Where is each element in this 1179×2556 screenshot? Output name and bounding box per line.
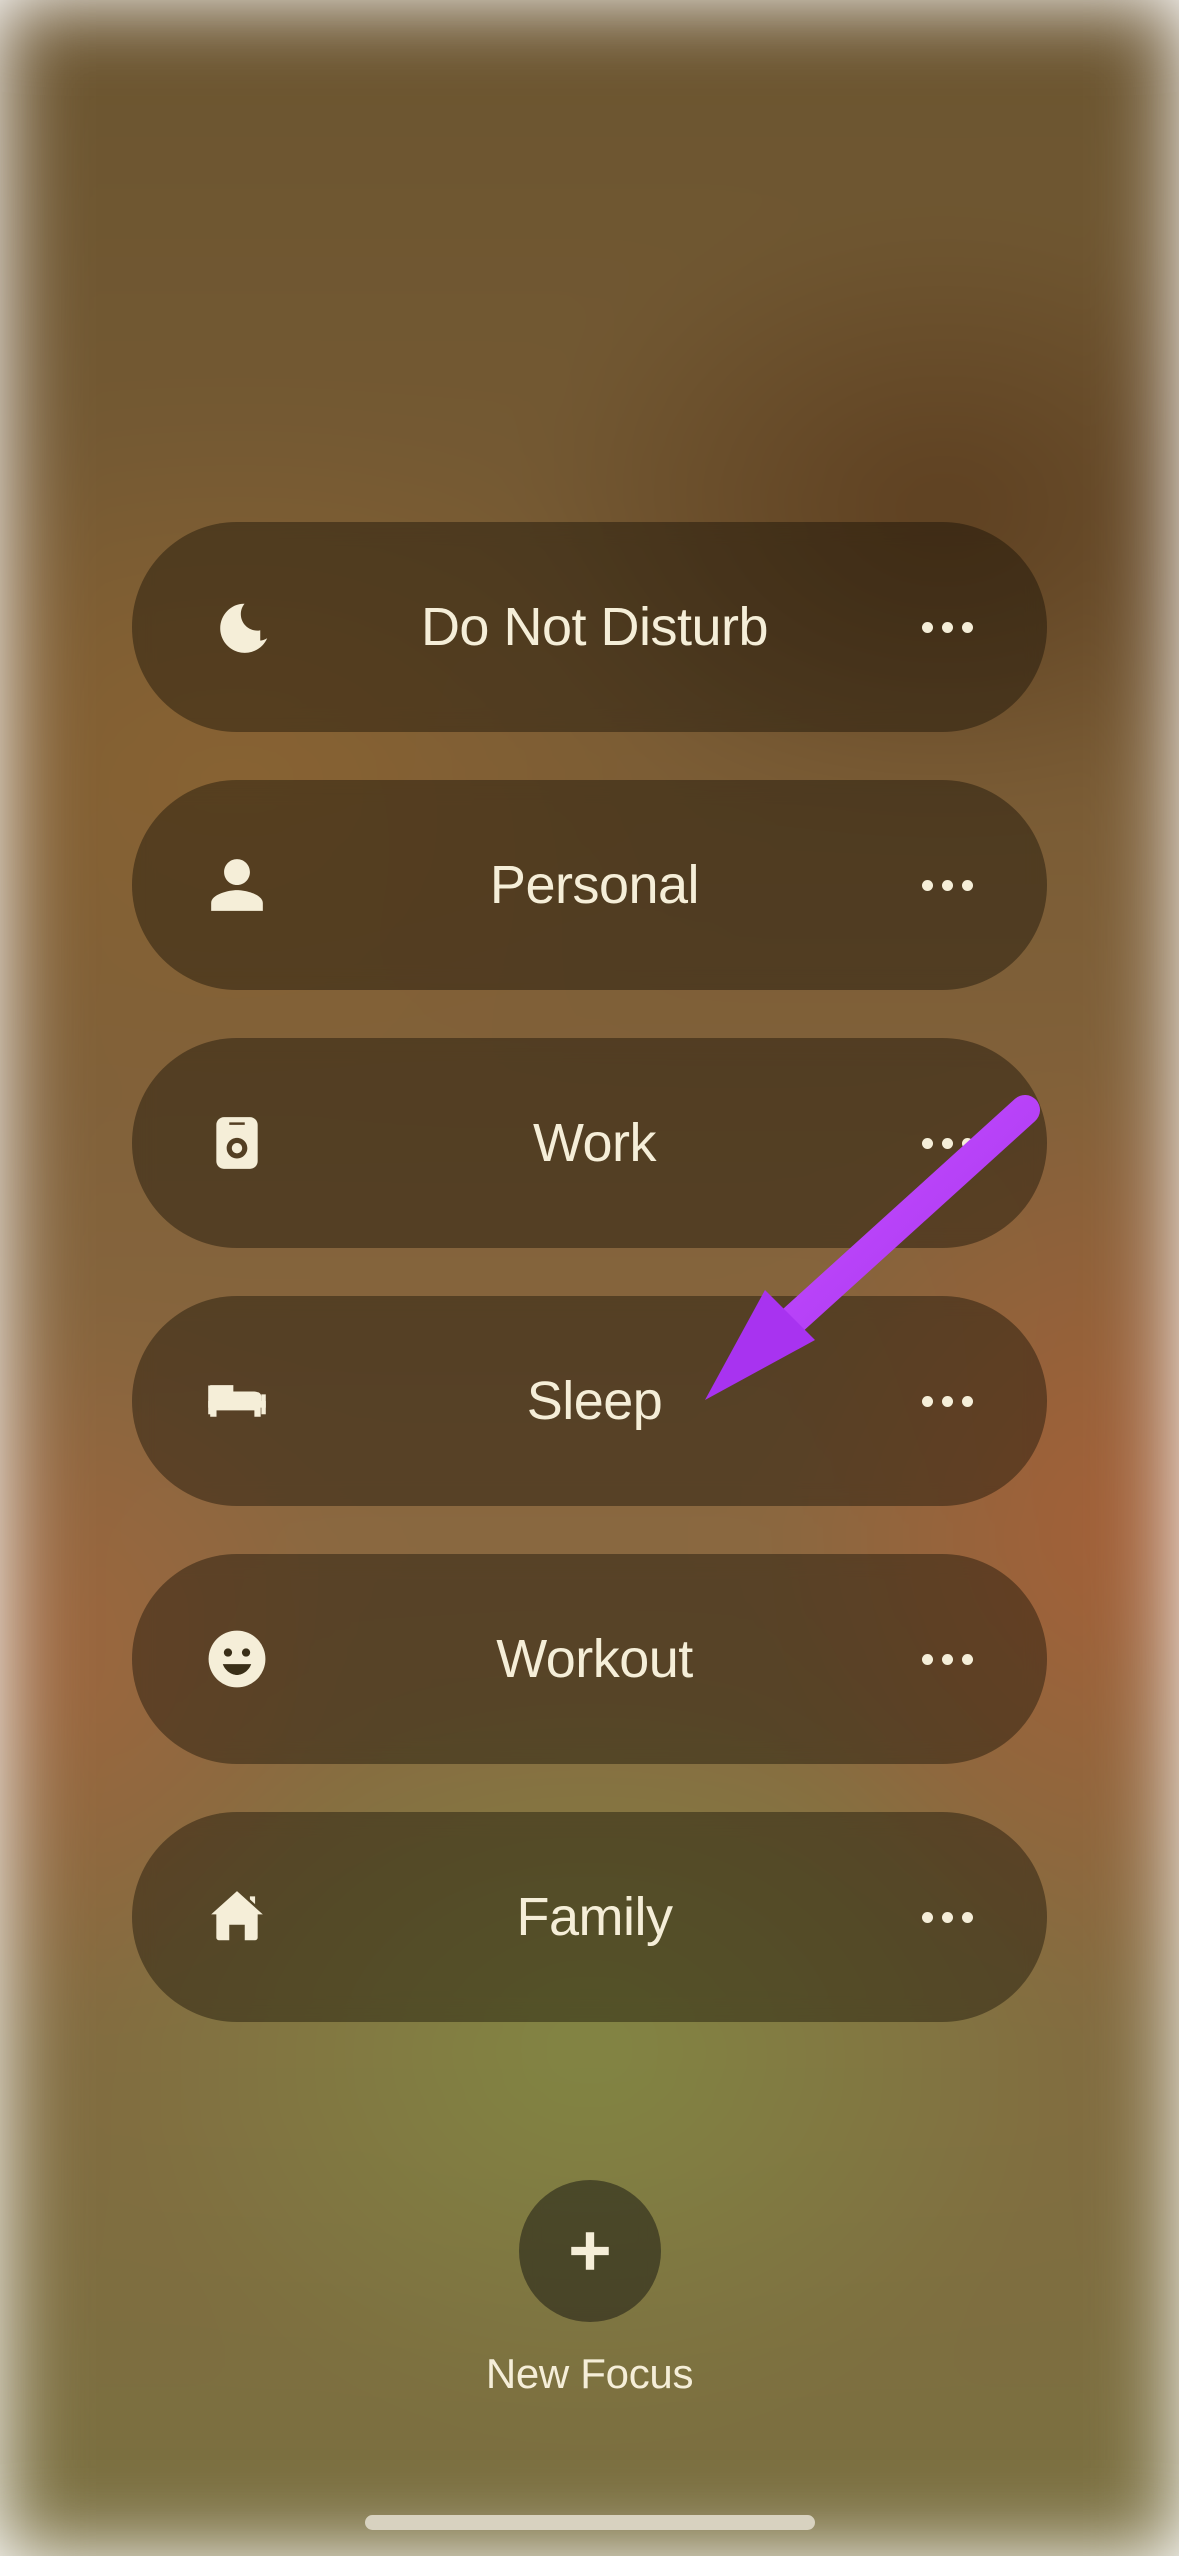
ellipsis-icon bbox=[922, 1654, 973, 1665]
focus-picker: Do Not Disturb Personal Work bbox=[0, 0, 1179, 2556]
more-button-workout[interactable] bbox=[917, 1629, 977, 1689]
focus-label: Sleep bbox=[272, 1370, 917, 1432]
ellipsis-icon bbox=[922, 1396, 973, 1407]
smile-icon bbox=[202, 1624, 272, 1694]
focus-label: Family bbox=[272, 1886, 917, 1948]
focus-label: Do Not Disturb bbox=[272, 596, 917, 658]
home-indicator[interactable] bbox=[365, 2515, 815, 2530]
more-button-personal[interactable] bbox=[917, 855, 977, 915]
new-focus-button[interactable] bbox=[519, 2180, 661, 2322]
plus-icon bbox=[565, 2226, 615, 2276]
focus-item-workout[interactable]: Workout bbox=[132, 1554, 1047, 1764]
badge-icon bbox=[202, 1108, 272, 1178]
focus-label: Workout bbox=[272, 1628, 917, 1690]
focus-mode-list: Do Not Disturb Personal Work bbox=[132, 522, 1047, 2022]
focus-label: Work bbox=[272, 1112, 917, 1174]
ellipsis-icon bbox=[922, 880, 973, 891]
focus-item-dnd[interactable]: Do Not Disturb bbox=[132, 522, 1047, 732]
more-button-sleep[interactable] bbox=[917, 1371, 977, 1431]
new-focus-label: New Focus bbox=[486, 2350, 693, 2398]
more-button-dnd[interactable] bbox=[917, 597, 977, 657]
focus-label: Personal bbox=[272, 854, 917, 916]
more-button-work[interactable] bbox=[917, 1113, 977, 1173]
new-focus-section: New Focus bbox=[486, 2180, 693, 2398]
ellipsis-icon bbox=[922, 622, 973, 633]
focus-item-family[interactable]: Family bbox=[132, 1812, 1047, 2022]
house-icon bbox=[202, 1882, 272, 1952]
focus-item-personal[interactable]: Personal bbox=[132, 780, 1047, 990]
focus-item-sleep[interactable]: Sleep bbox=[132, 1296, 1047, 1506]
person-icon bbox=[202, 850, 272, 920]
ellipsis-icon bbox=[922, 1912, 973, 1923]
moon-icon bbox=[202, 592, 272, 662]
ellipsis-icon bbox=[922, 1138, 973, 1149]
bed-icon bbox=[202, 1366, 272, 1436]
more-button-family[interactable] bbox=[917, 1887, 977, 1947]
focus-item-work[interactable]: Work bbox=[132, 1038, 1047, 1248]
